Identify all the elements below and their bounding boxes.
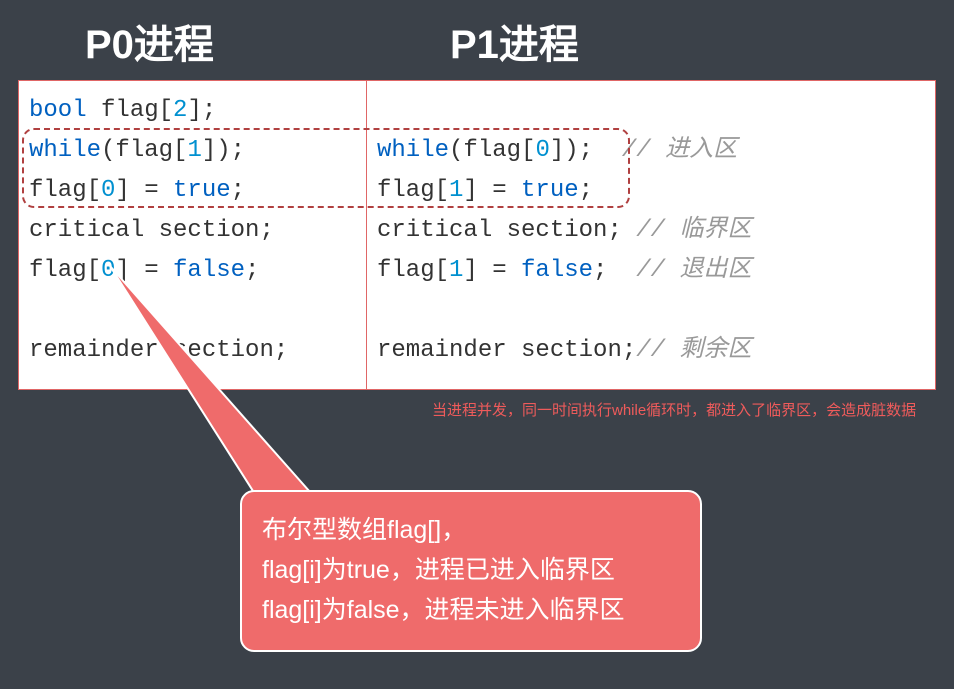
- code-text: ;: [231, 177, 245, 204]
- kw-while: while: [29, 137, 101, 164]
- callout-box: 布尔型数组flag[]， flag[i]为true，进程已进入临界区 flag[…: [240, 490, 702, 652]
- num: 1: [187, 137, 201, 164]
- code-text: ;: [579, 177, 593, 204]
- code-text: critical section;: [377, 217, 622, 244]
- code-text: ];: [187, 97, 216, 124]
- code-text: remainder section;: [377, 337, 636, 364]
- code-text: ]);: [202, 137, 245, 164]
- title-p0: P0进程: [85, 12, 214, 70]
- kw-true: true: [521, 177, 579, 204]
- num: 0: [101, 257, 115, 284]
- kw-while: while: [377, 137, 449, 164]
- kw-false: false: [521, 257, 593, 284]
- callout-line: 布尔型数组flag[]，: [262, 510, 680, 550]
- code-text: (flag[: [101, 137, 187, 164]
- code-text: ;: [593, 257, 607, 284]
- num: 1: [449, 177, 463, 204]
- code-container: bool flag[2]; while(flag[1]); flag[0] = …: [18, 80, 936, 390]
- code-text: ] =: [463, 257, 521, 284]
- kw-false: false: [173, 257, 245, 284]
- num: 2: [173, 97, 187, 124]
- code-text: flag[: [377, 257, 449, 284]
- kw-bool: bool: [29, 97, 87, 124]
- comment: // 临界区: [622, 217, 752, 244]
- code-pane-p1: while(flag[0]); // 进入区 flag[1] = true; c…: [367, 81, 935, 389]
- code-text: ]);: [550, 137, 593, 164]
- code-text: ;: [245, 257, 259, 284]
- title-p1: P1进程: [450, 12, 579, 70]
- num: 1: [449, 257, 463, 284]
- num: 0: [535, 137, 549, 164]
- comment: // 剩余区: [636, 337, 751, 364]
- code-text: ] =: [463, 177, 521, 204]
- code-text: (flag[: [449, 137, 535, 164]
- code-text: ] =: [115, 257, 173, 284]
- code-pane-p0: bool flag[2]; while(flag[1]); flag[0] = …: [19, 81, 367, 389]
- code-text: flag[: [87, 97, 173, 124]
- code-text: flag[: [29, 257, 101, 284]
- callout-line: flag[i]为false，进程未进入临界区: [262, 590, 680, 630]
- code-text: flag[: [377, 177, 449, 204]
- warning-note: 当进程并发，同一时间执行while循环时，都进入了临界区，会造成脏数据: [432, 400, 942, 422]
- num: 0: [101, 177, 115, 204]
- kw-true: true: [173, 177, 231, 204]
- code-text: remainder section;: [29, 337, 288, 364]
- code-text: critical section;: [29, 217, 274, 244]
- callout-line: flag[i]为true，进程已进入临界区: [262, 550, 680, 590]
- comment: // 进入区: [593, 137, 737, 164]
- code-text: flag[: [29, 177, 101, 204]
- comment: // 退出区: [607, 257, 751, 284]
- code-text: ] =: [115, 177, 173, 204]
